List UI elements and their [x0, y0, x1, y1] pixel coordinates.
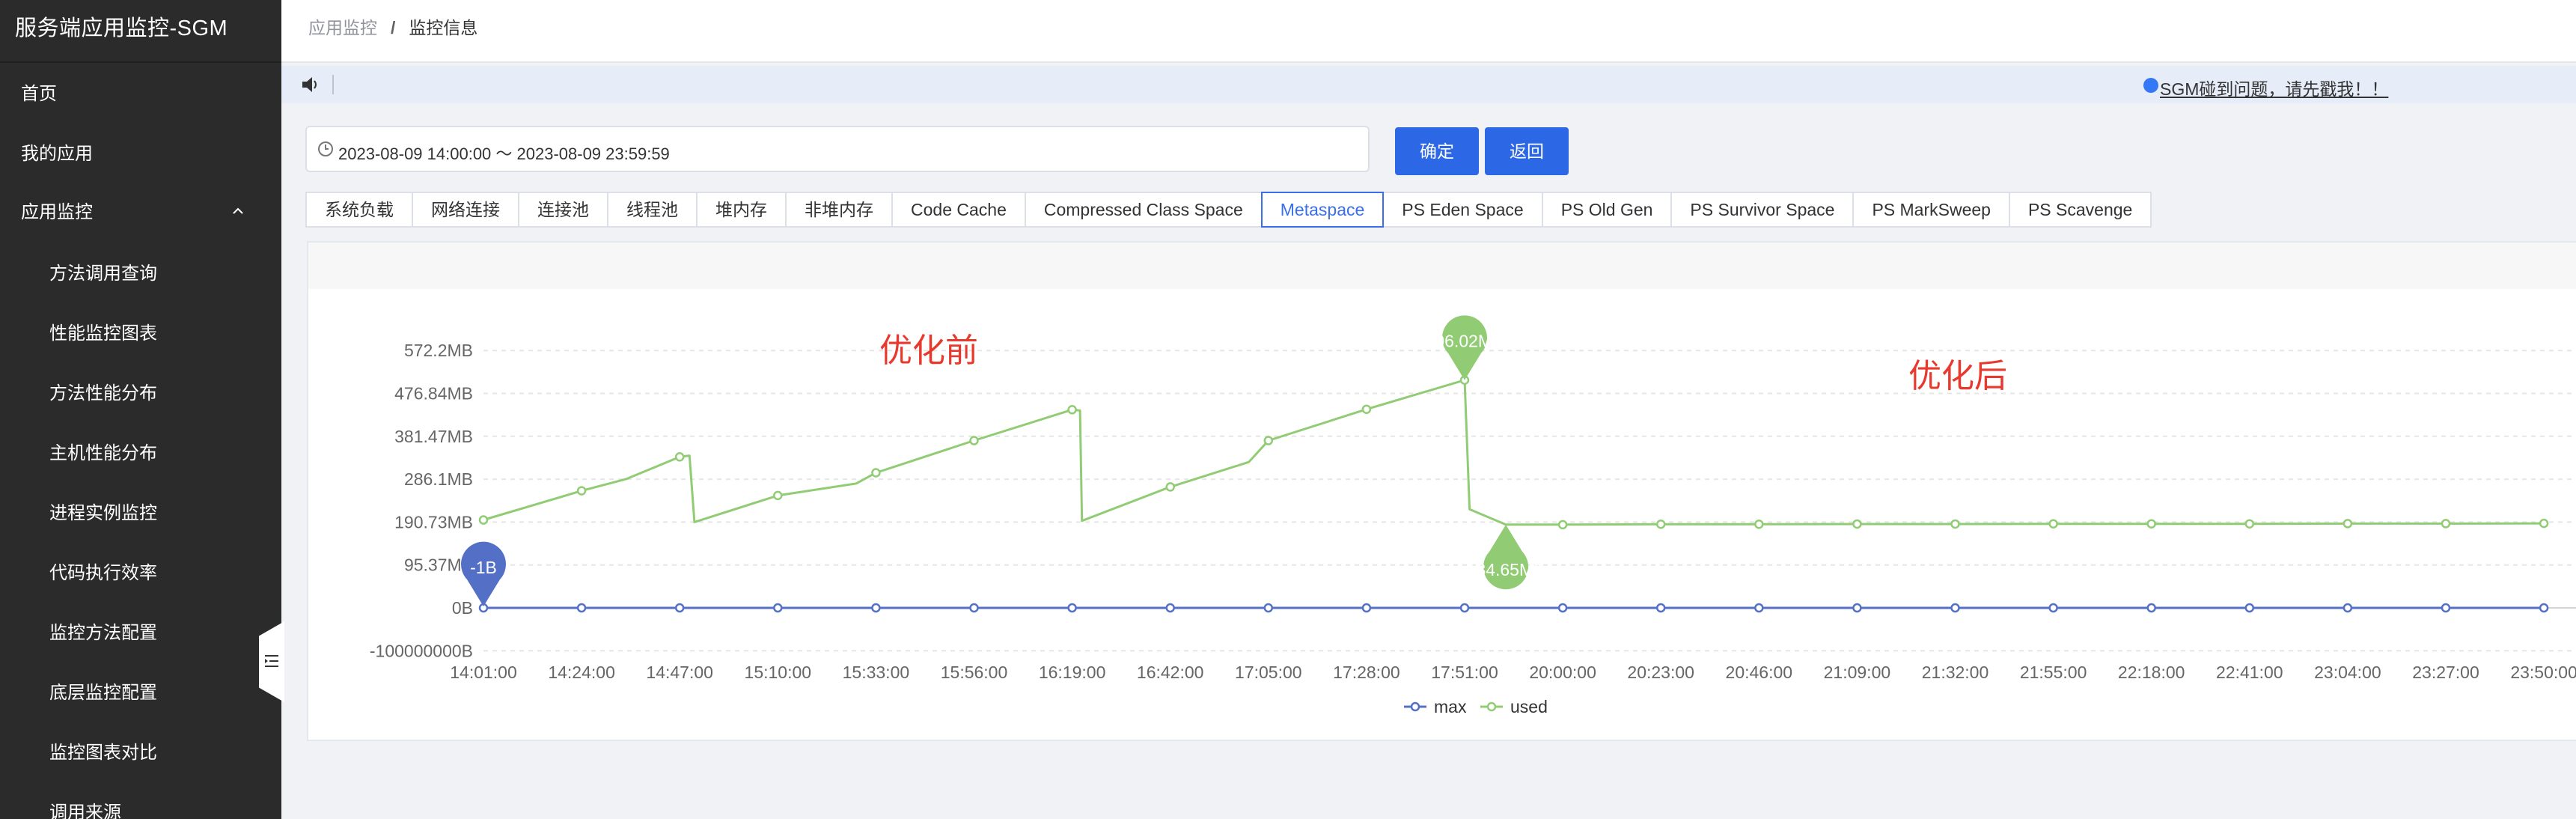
data-point-used — [2146, 519, 2156, 529]
data-point-used — [478, 515, 489, 525]
data-point-used — [1655, 520, 1666, 529]
data-point-used — [2048, 519, 2058, 529]
data-point-used — [2342, 519, 2353, 529]
data-point-max — [2146, 603, 2156, 613]
tab-metaspace[interactable]: Metaspace — [1260, 192, 1385, 228]
data-point-max — [2342, 603, 2353, 613]
x-tick-label: 15:33:00 — [843, 663, 910, 682]
x-tick-label: 20:00:00 — [1529, 663, 1596, 682]
y-tick-label: 572.2MB — [404, 341, 473, 360]
metaspace-chart: -100000000B0B95.37MB190.73MB286.1MB381.4… — [370, 315, 2576, 716]
data-point-used — [871, 468, 881, 478]
data-point-max — [1852, 603, 1862, 613]
data-point-max — [674, 603, 685, 613]
legend-marker-used — [1486, 701, 1497, 712]
data-point-used — [2244, 519, 2255, 529]
x-tick-label: 22:18:00 — [2118, 663, 2185, 682]
x-tick-label: 20:46:00 — [1726, 663, 1793, 682]
used-callout-pin — [1483, 524, 1529, 590]
data-point-max — [2048, 603, 2058, 613]
data-point-max — [969, 603, 979, 613]
x-tick-label: 22:41:00 — [2216, 663, 2283, 682]
data-point-used — [1165, 482, 1175, 492]
x-tick-label: 17:28:00 — [1333, 663, 1400, 682]
x-tick-label: 16:19:00 — [1039, 663, 1106, 682]
data-point-max — [773, 603, 783, 613]
data-point-max — [1361, 603, 1372, 613]
used-callout-label: 184.65MB — [1467, 560, 1545, 579]
data-point-max — [576, 603, 587, 613]
data-point-used — [1950, 519, 1960, 529]
max-callout-label: -1B — [470, 558, 497, 577]
x-tick-label: 21:09:00 — [1824, 663, 1891, 682]
data-point-max — [1263, 603, 1274, 613]
x-tick-label: 14:47:00 — [646, 663, 713, 682]
data-point-used — [1361, 404, 1372, 414]
data-point-max — [2539, 603, 2549, 613]
x-tick-label: 15:56:00 — [941, 663, 1008, 682]
y-tick-label: 476.84MB — [394, 384, 473, 404]
data-point-used — [674, 452, 685, 462]
annotation-after-optimization: 优化后 — [1908, 357, 2007, 395]
annotation-before-optimization: 优化前 — [879, 332, 978, 370]
data-point-max — [1165, 603, 1175, 613]
data-point-max — [1950, 603, 1960, 613]
legend-label-used: used — [1510, 697, 1548, 716]
data-point-max — [1459, 603, 1470, 613]
data-point-used — [1754, 520, 1764, 529]
x-tick-label: 17:05:00 — [1235, 663, 1302, 682]
data-point-used — [773, 490, 783, 501]
data-point-max — [1557, 603, 1568, 613]
data-point-max — [1754, 603, 1764, 613]
data-point-used — [1852, 519, 1862, 529]
x-tick-label: 17:51:00 — [1431, 663, 1498, 682]
x-tick-label: 15:10:00 — [745, 663, 812, 682]
x-tick-label: 23:27:00 — [2412, 663, 2479, 682]
y-tick-label: -100000000B — [370, 641, 473, 660]
data-point-used — [2539, 518, 2549, 529]
legend-marker-max — [1410, 701, 1420, 712]
used-callout-label: 506.02MB — [1426, 332, 1504, 351]
data-point-used — [969, 436, 979, 445]
x-tick-label: 14:24:00 — [548, 663, 615, 682]
series-line-used — [483, 379, 2545, 526]
y-tick-label: 286.1MB — [404, 469, 473, 489]
y-tick-label: 381.47MB — [394, 427, 473, 446]
x-tick-label: 14:01:00 — [450, 663, 517, 682]
y-tick-label: 190.73MB — [394, 512, 473, 532]
y-tick-label: 0B — [452, 598, 473, 618]
data-point-max — [1067, 603, 1077, 613]
data-point-max — [2441, 603, 2451, 613]
data-point-used — [1557, 520, 1568, 530]
data-point-used — [576, 486, 587, 496]
data-point-used — [2441, 519, 2451, 529]
data-point-max — [2244, 603, 2255, 613]
x-tick-label: 16:42:00 — [1137, 663, 1204, 682]
legend-label-max: max — [1434, 697, 1467, 716]
data-point-used — [1067, 405, 1077, 415]
x-tick-label: 23:04:00 — [2314, 663, 2381, 682]
data-point-max — [1655, 603, 1666, 613]
x-tick-label: 21:32:00 — [1922, 663, 1989, 682]
data-point-used — [1263, 436, 1274, 445]
data-point-max — [871, 603, 881, 613]
x-tick-label: 21:55:00 — [2020, 663, 2087, 682]
x-tick-label: 23:50:00 — [2510, 663, 2576, 682]
x-tick-label: 20:23:00 — [1627, 663, 1694, 682]
